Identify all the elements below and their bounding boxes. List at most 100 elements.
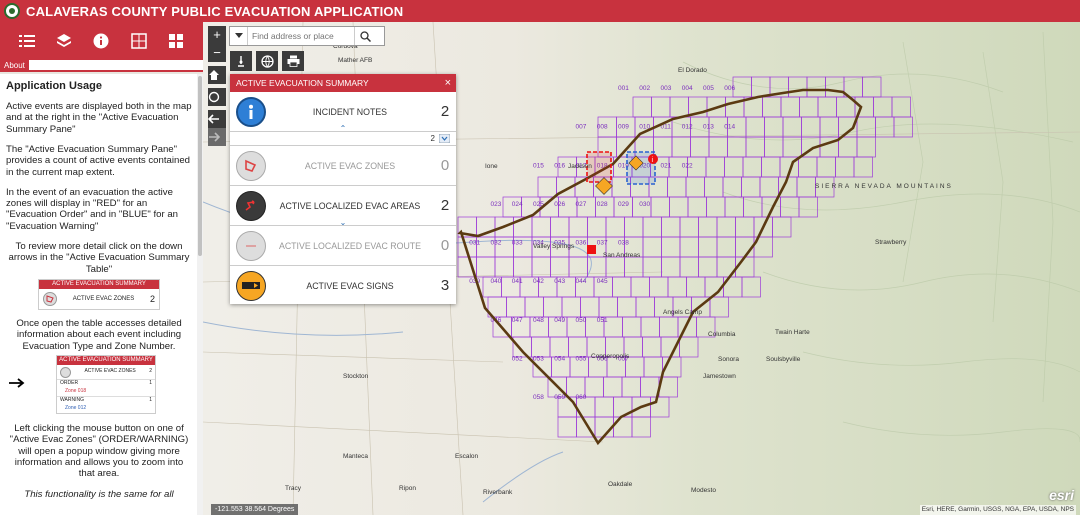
close-icon[interactable]: × — [445, 74, 451, 92]
grid-icon[interactable] — [166, 31, 186, 51]
home-button[interactable] — [208, 66, 226, 84]
search-button[interactable] — [354, 27, 376, 45]
zone-label: 033 — [512, 240, 523, 247]
example-summary-image: ACTIVE EVACUATION SUMMARY ACTIVE EVAC ZO… — [38, 279, 160, 311]
globe-icon — [260, 54, 274, 68]
summary-row-incident-notes[interactable]: INCIDENT NOTES 2 ⌃ — [230, 92, 456, 133]
panel-paragraph: Active events are displayed both in the … — [6, 100, 192, 135]
zone-label: 059 — [554, 394, 565, 401]
locate-button[interactable] — [208, 88, 226, 106]
summary-row-label: ACTIVE LOCALIZED EVAC ROUTE — [278, 240, 422, 251]
town-label: Tracy — [285, 485, 302, 492]
zone-label: 001 — [618, 85, 629, 92]
zone-label: 002 — [639, 85, 650, 92]
app-header: CALAVERAS COUNTY PUBLIC EVACUATION APPLI… — [0, 0, 1080, 22]
example-summary-title: ACTIVE EVACUATION SUMMARY — [57, 356, 155, 366]
town-label: Soulsbyville — [766, 356, 801, 363]
example-order-count: 1 — [149, 380, 152, 387]
panel-paragraph: The "Active Evacuation Summary Pane" pro… — [6, 143, 190, 178]
zoom-in-button[interactable]: + — [208, 26, 226, 44]
next-extent-button[interactable] — [208, 128, 226, 146]
chevron-up-icon[interactable]: ⌃ — [230, 124, 456, 133]
zone-label: 042 — [533, 278, 544, 285]
town-label: Riverbank — [483, 489, 513, 496]
example-order-label: ORDER — [60, 380, 79, 387]
town-label: San Andreas — [603, 252, 641, 259]
zone-label: 014 — [724, 124, 735, 131]
summary-title: ACTIVE EVACUATION SUMMARY — [236, 78, 369, 88]
incident-note-icon[interactable]: i — [648, 154, 658, 164]
summary-row-localized-evac-areas[interactable]: ACTIVE LOCALIZED EVAC AREAS 2 ⌄ — [230, 186, 456, 227]
search-widget — [229, 26, 385, 46]
evac-zone-icon — [43, 292, 57, 307]
esri-logo: esri — [1049, 487, 1074, 503]
summary-row-count: 0 — [440, 157, 450, 174]
zone-label: 036 — [576, 240, 587, 247]
county-seal-icon — [4, 3, 20, 19]
town-label: Columbia — [708, 331, 736, 338]
zone-label: 007 — [576, 124, 587, 131]
chevron-down-icon — [234, 33, 243, 38]
info-icon[interactable] — [91, 31, 111, 51]
summary-row-evac-zones[interactable]: ACTIVE EVAC ZONES 0 — [230, 146, 456, 186]
town-label: Twain Harte — [775, 329, 810, 336]
summary-row-count: 2 — [440, 197, 450, 214]
evac-zone-icon — [236, 150, 266, 181]
zone-label: 049 — [554, 317, 565, 324]
zone-label: 012 — [682, 124, 693, 131]
town-label: Stockton — [343, 373, 369, 380]
town-label: Angels Camp — [663, 309, 702, 316]
town-label: Copperopolis — [591, 353, 630, 360]
basemap-icon[interactable] — [129, 31, 149, 51]
search-icon — [360, 30, 371, 42]
zone-label: 060 — [576, 394, 587, 401]
town-label: Oakdale — [608, 481, 633, 488]
summary-row-label: ACTIVE EVAC ZONES — [304, 160, 396, 171]
example-warning-count: 1 — [149, 396, 152, 403]
active-evacuation-summary: ACTIVE EVACUATION SUMMARY × INCIDENT NOT… — [230, 74, 456, 304]
panel-paragraph: To review more detail click on the down … — [8, 241, 190, 275]
zone-label: 021 — [661, 162, 672, 169]
zone-label: 030 — [639, 201, 650, 208]
zone-label: 041 — [512, 278, 523, 285]
layers-icon[interactable] — [54, 31, 74, 51]
basemap-gallery-button[interactable] — [256, 51, 278, 71]
summary-row-localized-evac-route[interactable]: ACTIVE LOCALIZED EVAC ROUTE 0 — [230, 226, 456, 266]
summary-row-count: 3 — [440, 277, 450, 294]
zone-label: 003 — [661, 85, 672, 92]
chevron-down-icon[interactable] — [439, 134, 450, 143]
search-input[interactable] — [248, 31, 354, 41]
evac-route-icon — [236, 230, 266, 261]
measure-button[interactable] — [230, 51, 252, 71]
example-count: 2 — [149, 293, 155, 304]
zone-label: 029 — [618, 201, 629, 208]
example-order-zone: Zone 018 — [65, 388, 87, 395]
tab-about[interactable]: About — [0, 60, 29, 72]
legend-icon[interactable] — [17, 31, 37, 51]
localized-evac-area-icon[interactable] — [587, 245, 596, 254]
panel-paragraph: Once open the table accesses detailed in… — [16, 318, 182, 352]
town-label: Sonora — [718, 356, 739, 363]
summary-row-evac-signs[interactable]: ACTIVE EVAC SIGNS 3 — [230, 266, 456, 304]
zoom-out-button[interactable]: − — [208, 44, 226, 62]
zone-label: 023 — [491, 201, 502, 208]
arrow-right-icon — [9, 378, 25, 388]
incident-notes-sub-count: 2 — [430, 134, 435, 143]
zone-label: 037 — [597, 240, 608, 247]
zone-label: 022 — [682, 162, 693, 169]
panel-scrollbar-thumb[interactable] — [198, 76, 202, 256]
about-panel: Application Usage Active events are disp… — [0, 74, 203, 515]
example-summary-title: ACTIVE EVACUATION SUMMARY — [39, 280, 159, 290]
map-view[interactable]: 001 002 003 004 005 006 007 008 009 010 011 012 013 0… — [203, 22, 1080, 515]
zone-label: 015 — [533, 162, 544, 169]
zone-label: 031 — [469, 240, 480, 247]
town-label: Strawberry — [875, 239, 907, 246]
print-button[interactable] — [282, 51, 304, 71]
example-warning-label: WARNING — [60, 396, 84, 403]
summary-header: ACTIVE EVACUATION SUMMARY × — [230, 74, 456, 92]
town-label: Ione — [485, 163, 498, 170]
search-source-dropdown[interactable] — [230, 27, 248, 45]
previous-extent-button[interactable] — [208, 110, 226, 128]
town-label: Ripon — [399, 485, 416, 492]
zone-label: 048 — [533, 317, 544, 324]
